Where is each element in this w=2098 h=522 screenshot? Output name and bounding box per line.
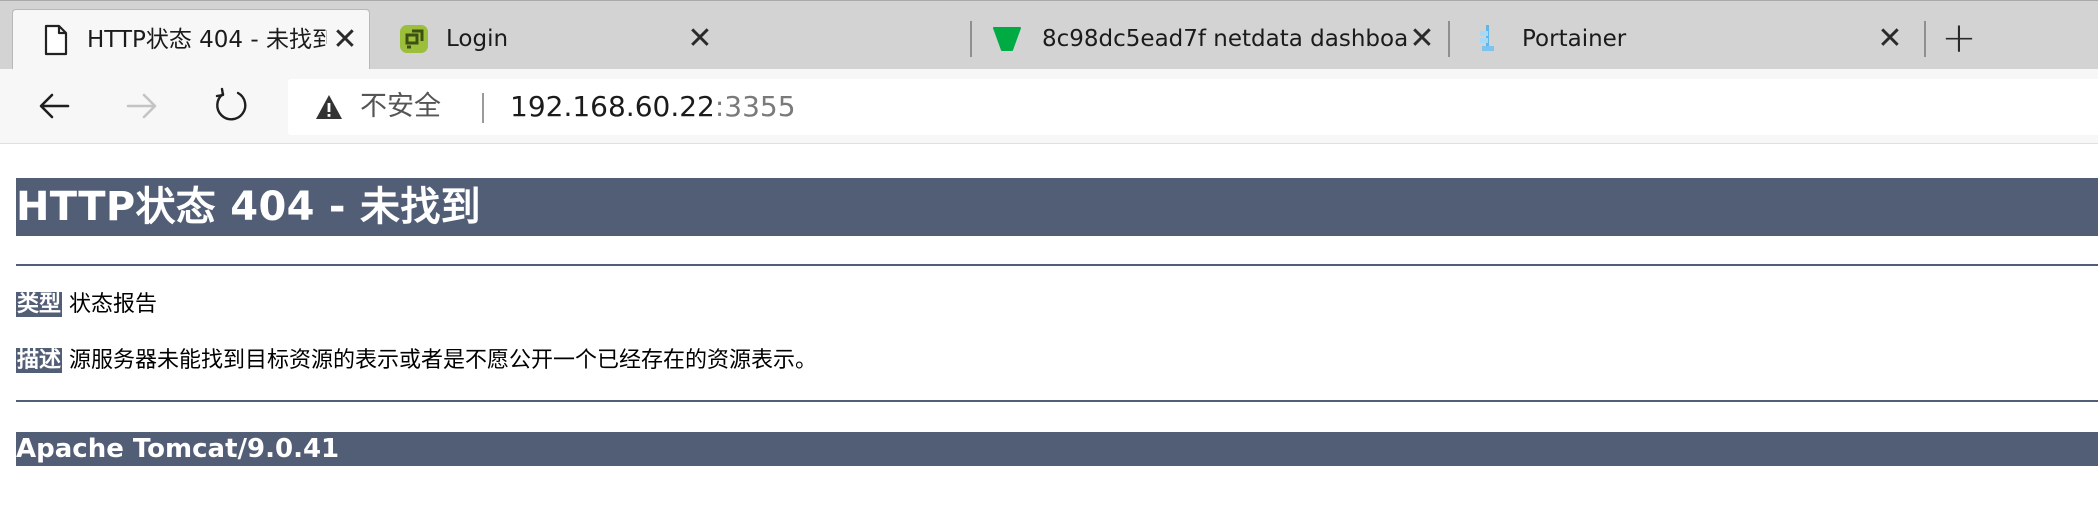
tab-http-404[interactable]: HTTP状态 404 - 未找到 ✕ (12, 9, 370, 70)
netdata-icon (993, 27, 1021, 51)
url-port: :3355 (714, 90, 796, 123)
tab-title: HTTP状态 404 - 未找到 (87, 27, 327, 53)
tab-strip: HTTP状态 404 - 未找到 ✕ Login ✕ 8c98dc5ead7f … (0, 0, 2098, 70)
server-info: Apache Tomcat/9.0.41 (16, 432, 2098, 466)
tab-title: Login (446, 26, 509, 52)
new-tab-button[interactable]: + (1934, 13, 1984, 63)
address-bar[interactable]: 不安全 192.168.60.22:3355 (288, 79, 2098, 135)
address-separator (482, 93, 484, 123)
tab-portainer[interactable]: Portainer ✕ (1450, 9, 1928, 70)
back-arrow-icon[interactable] (32, 83, 78, 129)
document-icon (44, 24, 68, 56)
refresh-icon[interactable] (208, 83, 254, 129)
forward-arrow-icon[interactable] (118, 83, 164, 129)
tab-title: 8c98dc5ead7f netdata dashboard (1042, 26, 1410, 52)
type-row: 类型 状态报告 (16, 290, 157, 320)
security-status[interactable]: 不安全 (360, 79, 441, 135)
tab-title: Portainer (1522, 26, 1627, 52)
browser-toolbar: 不安全 192.168.60.22:3355 (0, 69, 2098, 144)
close-tab-icon[interactable]: ✕ (1870, 19, 1910, 59)
close-tab-icon[interactable]: ✕ (1402, 19, 1442, 59)
tab-separator (1924, 21, 1926, 57)
divider (16, 264, 2098, 266)
description-row: 描述 源服务器未能找到目标资源的表示或者是不愿公开一个已经存在的资源表示。 (16, 346, 817, 376)
type-label: 类型 (16, 292, 63, 317)
warning-triangle-icon[interactable] (314, 93, 344, 121)
vsphere-icon (400, 25, 428, 53)
description-value: 源服务器未能找到目标资源的表示或者是不愿公开一个已经存在的资源表示。 (69, 348, 818, 373)
url-text[interactable]: 192.168.60.22:3355 (510, 79, 796, 135)
close-tab-icon[interactable]: ✕ (680, 19, 720, 59)
tab-login[interactable]: Login ✕ (372, 9, 728, 70)
tab-netdata[interactable]: 8c98dc5ead7f netdata dashboard ✕ (970, 9, 1448, 70)
url-host: 192.168.60.22 (510, 90, 715, 123)
description-label: 描述 (16, 348, 63, 373)
close-tab-icon[interactable]: ✕ (325, 20, 365, 60)
divider (16, 400, 2098, 402)
page-title: HTTP状态 404 - 未找到 (16, 178, 2098, 236)
portainer-icon (1480, 25, 1494, 51)
type-value: 状态报告 (69, 292, 158, 317)
